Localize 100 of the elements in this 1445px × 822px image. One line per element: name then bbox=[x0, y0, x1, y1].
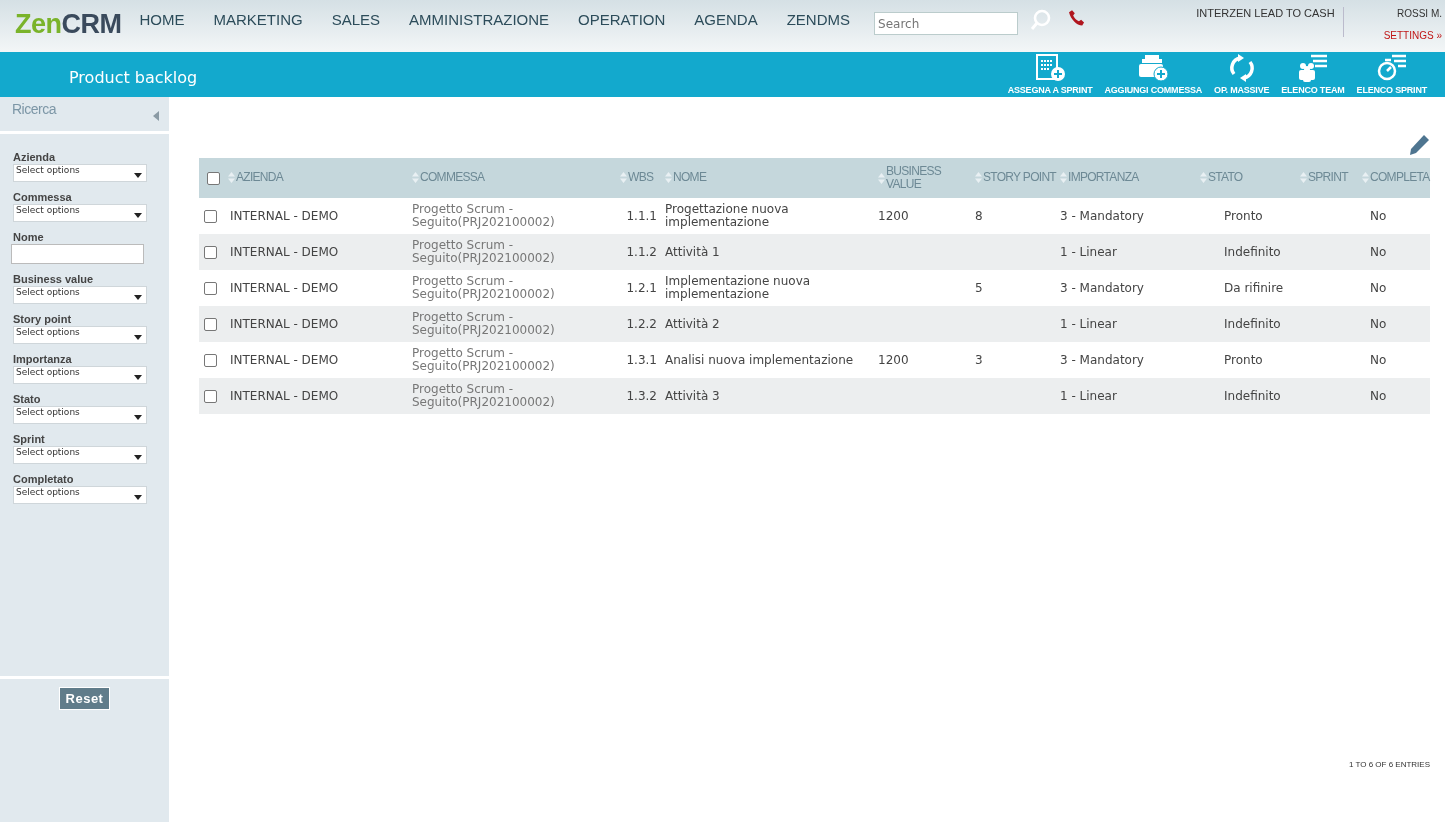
search-field[interactable]: Search bbox=[874, 12, 1019, 35]
table-cell: Progetto Scrum - Seguito(PRJ202100002) bbox=[412, 238, 555, 265]
toolbar-action-button[interactable]: OP. MASSIVE bbox=[1208, 54, 1276, 95]
reset-button[interactable]: Reset bbox=[58, 687, 111, 710]
dropdown-caret-icon bbox=[134, 295, 142, 300]
row-checkbox[interactable] bbox=[204, 389, 217, 403]
sort-arrows-icon bbox=[665, 171, 672, 183]
filter-dropdown[interactable]: Select options bbox=[13, 366, 147, 384]
table-cell: No bbox=[1370, 316, 1387, 331]
table-cell: 1.3.2 bbox=[626, 388, 657, 403]
table-cell: Indefinito bbox=[1224, 388, 1281, 403]
filter-dropdown[interactable]: Select options bbox=[13, 204, 147, 222]
filter-label: Completato bbox=[13, 473, 75, 485]
table-cell: Pronto bbox=[1224, 352, 1263, 367]
company-name: INTERZEN LEAD TO CASH bbox=[1196, 7, 1344, 37]
dropdown-caret-icon bbox=[134, 415, 142, 420]
filter-dropdown[interactable]: Select options bbox=[13, 486, 147, 504]
table-cell: Indefinito bbox=[1224, 244, 1281, 259]
filter-label: Sprint bbox=[13, 433, 46, 445]
collapse-caret-icon[interactable] bbox=[153, 111, 159, 121]
table-cell: 3 - Mandatory bbox=[1060, 280, 1144, 295]
toolbar-action-button[interactable]: AGGIUNGI COMMESSA bbox=[1098, 54, 1209, 95]
table-cell: No bbox=[1370, 352, 1387, 367]
sort-arrows-icon bbox=[1200, 171, 1207, 183]
refresh-icon bbox=[1227, 54, 1256, 82]
table-cell: No bbox=[1370, 388, 1387, 403]
nav-menu-item[interactable]: ZENDMS bbox=[786, 11, 851, 28]
row-checkbox[interactable] bbox=[204, 209, 217, 223]
table-cell: 1200 bbox=[878, 208, 909, 223]
pagination-info: 1 TO 6 OF 6 ENTRIES bbox=[1348, 760, 1430, 771]
table-cell: INTERNAL - DEMO bbox=[230, 244, 339, 259]
sort-arrows-icon bbox=[228, 171, 235, 183]
row-checkbox[interactable] bbox=[204, 281, 217, 295]
user-name: ROSSI M. bbox=[1397, 8, 1442, 19]
table-cell: Progetto Scrum - Seguito(PRJ202100002) bbox=[412, 202, 555, 229]
filter-label: Story point bbox=[13, 313, 73, 325]
table-cell: 1 - Linear bbox=[1060, 316, 1117, 331]
table-cell: Progetto Scrum - Seguito(PRJ202100002) bbox=[412, 274, 555, 301]
table-cell: Indefinito bbox=[1224, 316, 1281, 331]
table-cell: Analisi nuova implementazione bbox=[665, 352, 854, 367]
dropdown-caret-icon bbox=[134, 455, 142, 460]
table-cell: 8 bbox=[975, 208, 983, 223]
dropdown-caret-icon bbox=[134, 375, 142, 380]
table-cell: INTERNAL - DEMO bbox=[230, 352, 339, 367]
filter-dropdown[interactable]: Select options bbox=[13, 446, 147, 464]
filter-input-field[interactable] bbox=[11, 244, 144, 264]
table-cell: 1.2.2 bbox=[626, 316, 657, 331]
table-cell: 1.2.1 bbox=[626, 280, 657, 295]
table-cell: Pronto bbox=[1224, 208, 1263, 223]
filter-dropdown[interactable]: Select options bbox=[13, 164, 147, 182]
sort-arrows-icon bbox=[878, 172, 885, 184]
table-cell: Progetto Scrum - Seguito(PRJ202100002) bbox=[412, 382, 555, 409]
table-cell: No bbox=[1370, 280, 1387, 295]
table-cell: Da rifinire bbox=[1224, 280, 1284, 295]
row-checkbox[interactable] bbox=[204, 317, 217, 331]
toolbar-action-button[interactable]: ASSEGNA A SPRINT bbox=[1001, 54, 1099, 95]
dropdown-caret-icon bbox=[134, 173, 142, 178]
select-all-checkbox[interactable] bbox=[207, 172, 220, 185]
sort-arrows-icon bbox=[1300, 171, 1307, 183]
row-checkbox[interactable] bbox=[204, 353, 217, 367]
sort-arrows-icon bbox=[620, 171, 627, 183]
filter-label: Stato bbox=[13, 393, 42, 405]
table-cell: 3 - Mandatory bbox=[1060, 208, 1144, 223]
table-cell: 5 bbox=[975, 280, 983, 295]
table-cell: No bbox=[1370, 208, 1387, 223]
table-cell: Progetto Scrum - Seguito(PRJ202100002) bbox=[412, 346, 555, 373]
nav-menu-item[interactable]: AGENDA bbox=[694, 11, 758, 28]
nav-menu-item[interactable]: OPERATION bbox=[578, 11, 666, 28]
table-cell: INTERNAL - DEMO bbox=[230, 388, 339, 403]
table-cell: Progettazione nuova implementazione bbox=[665, 202, 789, 229]
row-checkbox[interactable] bbox=[204, 245, 217, 259]
filter-dropdown[interactable]: Select options bbox=[13, 406, 147, 424]
nav-menu-item[interactable]: AMMINISTRAZIONE bbox=[409, 11, 550, 28]
table-cell: Implementazione nuova implementazione bbox=[665, 274, 811, 301]
nav-menu-item[interactable]: HOME bbox=[139, 11, 185, 28]
toolbar-action-button[interactable]: ELENCO SPRINT bbox=[1350, 54, 1433, 95]
zencrm-logo[interactable]: ZenCRM bbox=[15, 9, 122, 40]
nav-menu-item[interactable]: MARKETING bbox=[213, 11, 303, 28]
table-cell: 3 - Mandatory bbox=[1060, 352, 1144, 367]
filter-dropdown[interactable]: Select options bbox=[13, 286, 147, 304]
dropdown-caret-icon bbox=[134, 213, 142, 218]
filter-label: Azienda bbox=[13, 151, 57, 163]
sort-arrows-icon bbox=[1060, 171, 1067, 183]
filter-dropdown[interactable]: Select options bbox=[13, 326, 147, 344]
table-cell: 1200 bbox=[878, 352, 909, 367]
toolbar-action-button[interactable]: ELENCO TEAM bbox=[1275, 54, 1351, 95]
settings-link[interactable]: SETTINGS » bbox=[1383, 30, 1442, 41]
pencil-icon[interactable] bbox=[1408, 134, 1430, 156]
nav-menu-item[interactable]: SALES bbox=[331, 11, 381, 28]
sort-arrows-icon bbox=[412, 171, 419, 183]
table-cell: INTERNAL - DEMO bbox=[230, 280, 339, 295]
page-title: Product backlog bbox=[69, 68, 198, 87]
dropdown-caret-icon bbox=[134, 495, 142, 500]
stopwatch-list-icon bbox=[1375, 54, 1408, 82]
table-cell: No bbox=[1370, 244, 1387, 259]
table-cell: Attività 1 bbox=[665, 244, 720, 259]
team-list-icon bbox=[1296, 54, 1329, 82]
filter-label: Commessa bbox=[13, 191, 73, 203]
table-cell: 1.1.2 bbox=[626, 244, 657, 259]
table-cell: INTERNAL - DEMO bbox=[230, 208, 339, 223]
